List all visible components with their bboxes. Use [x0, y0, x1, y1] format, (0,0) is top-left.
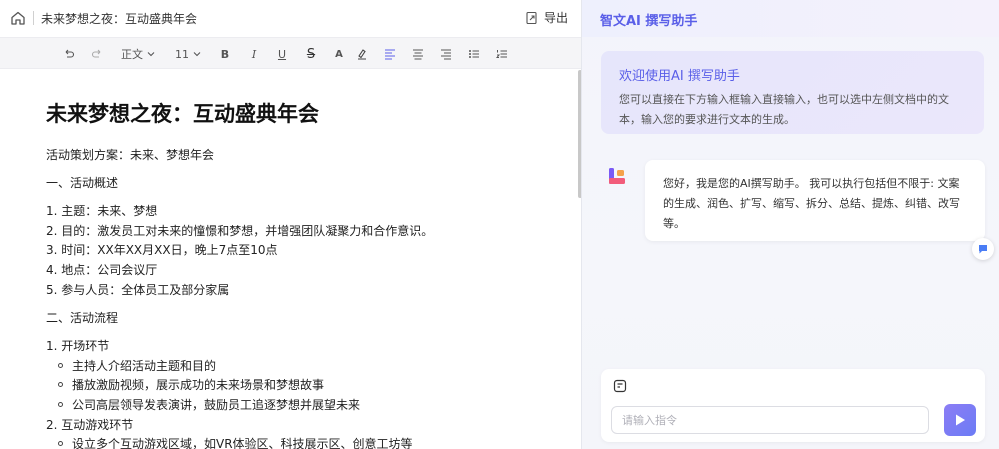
doc-line: 活动策划方案：未来、梦想年会 [46, 148, 215, 162]
chevron-down-icon [193, 52, 201, 57]
bullet-icon [58, 382, 63, 387]
assistant-header: 智文AI 撰写助手 [582, 0, 999, 37]
list-item-text: 主持人介绍活动主题和目的 [72, 359, 217, 373]
export-label: 导出 [544, 11, 569, 25]
prompt-input[interactable] [611, 406, 929, 434]
send-button[interactable] [944, 404, 976, 436]
editor-topbar: 未来梦想之夜：互动盛典年会 导出 [0, 0, 581, 36]
doc-line: 1. 主题：未来、梦想 [46, 204, 158, 218]
ai-assistant-panel: 智文AI 撰写助手 欢迎使用AI 撰写助手 您可以直接在下方输入框输入直接输入，… [582, 0, 999, 449]
export-button[interactable]: 导出 [525, 9, 568, 26]
bullet-icon [58, 363, 63, 368]
list-item: 播放激励视频，展示成功的未来场景和梦想故事 [58, 376, 324, 393]
align-right-button[interactable] [438, 38, 454, 70]
redo-icon [91, 49, 101, 58]
align-center-icon [413, 49, 423, 60]
font-size-select[interactable]: 11 [172, 38, 204, 70]
doc-line: 2. 互动游戏环节 [46, 418, 134, 432]
assistant-logo-icon [609, 168, 625, 184]
document-breadcrumb-title: 未来梦想之夜：互动盛典年会 [41, 12, 198, 26]
assistant-title: 智文AI 撰写助手 [600, 14, 698, 29]
list-item: 公司高层领导发表演讲，鼓励员工追逐梦想并展望未来 [58, 396, 360, 413]
undo-icon [65, 49, 75, 58]
list-item-text: 设立多个互动游戏区域，如VR体验区、科技展示区、创意工坊等 [72, 437, 413, 449]
align-left-button[interactable] [382, 38, 398, 70]
font-color-button[interactable]: A [332, 38, 346, 70]
paragraph-style-value: 正文 [121, 48, 143, 61]
welcome-description: 您可以直接在下方输入框输入直接输入，也可以选中左侧文档中的文本，输入您的要求进行… [619, 93, 949, 126]
doc-line: 2. 目的：激发员工对未来的憧憬和梦想，并增强团队凝聚力和合作意识。 [46, 224, 434, 238]
undo-button[interactable] [60, 38, 78, 70]
section-heading: 一、活动概述 [46, 176, 119, 190]
send-icon [956, 414, 965, 426]
doc-line: 4. 地点：公司会议厅 [46, 263, 158, 277]
divider [33, 11, 34, 25]
section-heading: 二、活动流程 [46, 311, 119, 325]
chevron-down-icon [147, 52, 155, 57]
redo-button[interactable] [88, 38, 106, 70]
floating-assistant-button[interactable] [972, 238, 994, 260]
home-icon[interactable] [10, 10, 26, 26]
welcome-card: 欢迎使用AI 撰写助手 您可以直接在下方输入框输入直接输入，也可以选中左侧文档中… [601, 51, 984, 134]
underline-button[interactable]: U [275, 38, 289, 70]
doc-line: 5. 参与人员：全体员工及部分家属 [46, 283, 230, 297]
list-item: 设立多个互动游戏区域，如VR体验区、科技展示区、创意工坊等 [58, 435, 413, 449]
numbered-list-button[interactable] [494, 38, 510, 70]
italic-button[interactable]: I [247, 38, 261, 70]
doc-line: 1. 开场环节 [46, 339, 110, 353]
export-icon [526, 11, 537, 24]
bold-button[interactable]: B [218, 38, 232, 70]
document-body[interactable]: 未来梦想之夜：互动盛典年会 活动策划方案：未来、梦想年会 一、活动概述 1. 主… [0, 70, 576, 449]
template-icon[interactable] [613, 379, 627, 393]
numbered-list-icon [496, 50, 507, 58]
align-right-icon [441, 49, 451, 60]
bullet-icon [58, 441, 63, 446]
welcome-title: 欢迎使用AI 撰写助手 [619, 69, 740, 84]
highlight-button[interactable] [354, 38, 370, 70]
paragraph-style-select[interactable]: 正文 [118, 38, 158, 70]
bullet-list-button[interactable] [466, 38, 482, 70]
document-heading: 未来梦想之夜：互动盛典年会 [46, 102, 319, 126]
strikethrough-button[interactable]: S [304, 38, 318, 70]
list-item-text: 播放激励视频，展示成功的未来场景和梦想故事 [72, 378, 325, 392]
assistant-message: 您好，我是您的AI撰写助手。 我可以执行包括但不限于: 文案的生成、润色、扩写、… [645, 160, 985, 241]
list-item: 主持人介绍活动主题和目的 [58, 357, 216, 374]
list-item-text: 公司高层领导发表演讲，鼓励员工追逐梦想并展望未来 [72, 398, 361, 412]
bullet-list-icon [469, 50, 479, 58]
bullet-icon [58, 402, 63, 407]
prompt-composer [601, 369, 985, 442]
chat-icon [979, 245, 987, 254]
document-editor: 未来梦想之夜：互动盛典年会 导出 正文 11 B I U S A 未来梦想之夜：… [0, 0, 582, 449]
align-left-icon [385, 49, 395, 60]
align-center-button[interactable] [410, 38, 426, 70]
font-size-value: 11 [175, 47, 189, 61]
highlighter-icon [358, 49, 366, 60]
doc-line: 3. 时间：XX年XX月XX日，晚上7点至10点 [46, 243, 278, 257]
format-toolbar: 正文 11 B I U S A [0, 37, 581, 70]
